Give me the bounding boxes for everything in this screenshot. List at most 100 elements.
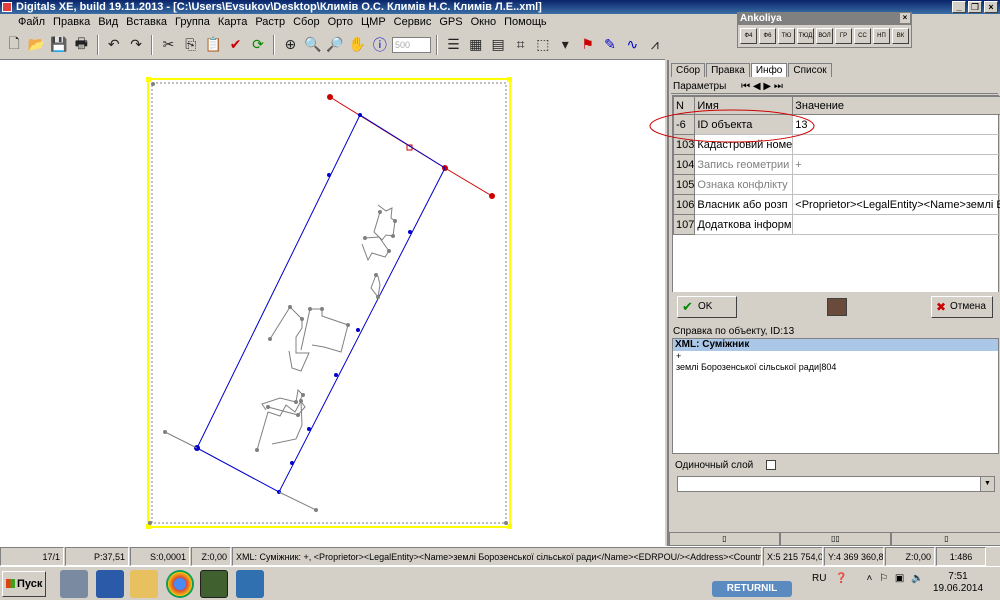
table-row[interactable]: 107 Додаткова інформ bbox=[672, 214, 1000, 235]
cut-icon[interactable]: ✂ bbox=[158, 34, 178, 56]
chevron-up-icon[interactable]: ˄ bbox=[866, 573, 872, 584]
zoom-in-icon[interactable]: 🔍 bbox=[303, 34, 323, 56]
chrome-icon[interactable] bbox=[166, 570, 194, 598]
network-icon[interactable]: ▣ bbox=[895, 573, 904, 584]
menu-collect[interactable]: Сбор bbox=[289, 16, 323, 28]
nav-first-icon[interactable]: ⏮ bbox=[741, 81, 750, 92]
check-icon[interactable]: ✔ bbox=[225, 34, 245, 56]
folder-icon[interactable] bbox=[130, 570, 158, 598]
menu-group[interactable]: Группа bbox=[171, 16, 214, 28]
eye-icon[interactable] bbox=[827, 298, 847, 316]
row-value[interactable]: 13 bbox=[792, 114, 1000, 135]
panel-bottom-button-2[interactable]: ▯▯ bbox=[780, 532, 891, 546]
redo-icon[interactable]: ↷ bbox=[126, 34, 146, 56]
language-indicator[interactable]: RU bbox=[812, 573, 826, 584]
properties-icon[interactable]: ▤ bbox=[488, 34, 508, 56]
panel-bottom-button-1[interactable]: ▯ bbox=[669, 532, 780, 546]
layer-select[interactable]: ▼ bbox=[677, 476, 995, 492]
menu-service[interactable]: Сервис bbox=[390, 16, 436, 28]
paste-icon[interactable]: 📋 bbox=[203, 34, 223, 56]
chevron-down-icon[interactable]: ▼ bbox=[980, 477, 994, 491]
menu-map[interactable]: Карта bbox=[214, 16, 251, 28]
ank-button-vk[interactable]: ВК bbox=[892, 28, 909, 44]
tab-list[interactable]: Список bbox=[788, 63, 832, 77]
ank-button-np[interactable]: НП bbox=[873, 28, 890, 44]
menu-help[interactable]: Помощь bbox=[500, 16, 551, 28]
pan-hand-icon[interactable]: ✋ bbox=[347, 34, 367, 56]
row-value[interactable] bbox=[792, 214, 1000, 235]
row-value[interactable]: <Proprietor><LegalEntity><Name>землі Бор… bbox=[792, 194, 1000, 215]
tab-collect[interactable]: Сбор bbox=[671, 63, 706, 77]
menu-insert[interactable]: Вставка bbox=[122, 16, 171, 28]
table-row[interactable]: 105 Ознака конфліктy bbox=[672, 174, 1000, 195]
table-icon[interactable]: ▦ bbox=[466, 34, 486, 56]
map-drawing[interactable] bbox=[0, 60, 665, 546]
menu-window[interactable]: Окно bbox=[467, 16, 501, 28]
ank-button-gr[interactable]: ГР bbox=[835, 28, 852, 44]
menu-ortho[interactable]: Орто bbox=[324, 16, 357, 28]
ank-button-tyu[interactable]: ТЮ bbox=[778, 28, 795, 44]
row-value[interactable]: + bbox=[792, 154, 1000, 175]
menu-edit[interactable]: Правка bbox=[49, 16, 94, 28]
ok-button[interactable]: ✔ OK bbox=[677, 296, 737, 318]
tab-info[interactable]: Инфо bbox=[750, 63, 788, 77]
close-button[interactable]: × bbox=[984, 1, 998, 13]
print-icon[interactable]: 🖶 bbox=[71, 34, 91, 56]
select-tool-icon[interactable]: ⬚ bbox=[533, 34, 553, 56]
layers-icon[interactable]: ☰ bbox=[443, 34, 463, 56]
powershell-icon[interactable] bbox=[96, 570, 124, 598]
table-row[interactable]: 106 Власник або розп <Proprietor><LegalE… bbox=[672, 194, 1000, 215]
nav-prev-icon[interactable]: ◀ bbox=[753, 81, 761, 92]
attribute-grid[interactable]: N Имя Значение -6 ID объекта 13 103 Када… bbox=[649, 95, 1000, 295]
traffic-light-icon[interactable]: ⚑ bbox=[577, 34, 597, 56]
hatch-icon[interactable]: ⩘ bbox=[645, 34, 665, 56]
info-icon[interactable]: ⓘ bbox=[370, 34, 390, 56]
menu-view[interactable]: Вид bbox=[94, 16, 122, 28]
dropdown-arrow-icon[interactable]: ▾ bbox=[555, 34, 575, 56]
menu-dem[interactable]: ЦМР bbox=[357, 16, 390, 28]
ank-button-f6[interactable]: Ф6 bbox=[759, 28, 776, 44]
book-icon[interactable] bbox=[236, 570, 264, 598]
minimize-button[interactable]: _ bbox=[952, 1, 966, 13]
single-layer-checkbox[interactable] bbox=[766, 460, 776, 470]
zoom-window-icon[interactable]: ⊕ bbox=[280, 34, 300, 56]
menu-file[interactable]: Файл bbox=[14, 16, 49, 28]
copy-icon[interactable]: ⎘ bbox=[181, 34, 201, 56]
new-file-icon[interactable]: 🗋 bbox=[4, 34, 24, 56]
row-value[interactable] bbox=[792, 174, 1000, 195]
menu-gps[interactable]: GPS bbox=[435, 16, 466, 28]
cancel-button[interactable]: ✖ Отмена bbox=[931, 296, 993, 318]
returnil-badge[interactable]: RETURNIL bbox=[712, 581, 792, 597]
row-value[interactable] bbox=[792, 134, 1000, 155]
open-folder-icon[interactable]: 📂 bbox=[26, 34, 46, 56]
undo-icon[interactable]: ↶ bbox=[104, 34, 124, 56]
pen-tool-icon[interactable]: ✎ bbox=[600, 34, 620, 56]
ank-button-tyud[interactable]: ТЮД bbox=[797, 28, 814, 44]
digitals-app-icon[interactable] bbox=[200, 570, 228, 598]
zoom-scale-input[interactable]: 500 bbox=[392, 36, 432, 53]
refresh-icon[interactable]: ⟳ bbox=[248, 34, 268, 56]
computer-icon[interactable] bbox=[60, 570, 88, 598]
flag-icon[interactable]: ⚐ bbox=[879, 573, 888, 584]
grid-icon[interactable]: ⌗ bbox=[510, 34, 530, 56]
close-icon[interactable]: × bbox=[900, 13, 910, 23]
panel-bottom-button-3[interactable]: ▯ bbox=[891, 532, 1000, 546]
curve-icon[interactable]: ∿ bbox=[622, 34, 642, 56]
menu-raster[interactable]: Растр bbox=[251, 16, 289, 28]
save-icon[interactable]: 💾 bbox=[49, 34, 69, 56]
tab-edit[interactable]: Правка bbox=[706, 63, 750, 77]
clock[interactable]: 7:51 19.06.2014 bbox=[928, 571, 988, 595]
ank-button-vol[interactable]: ВОЛ bbox=[816, 28, 833, 44]
parcel-polygon bbox=[196, 114, 446, 493]
ank-button-ss[interactable]: СС bbox=[854, 28, 871, 44]
table-row[interactable]: 104 Запись геометрии + bbox=[672, 154, 1000, 175]
nav-last-icon[interactable]: ⏭ bbox=[774, 81, 783, 92]
nav-next-icon[interactable]: ▶ bbox=[763, 81, 771, 92]
restore-button[interactable]: ❐ bbox=[968, 1, 982, 13]
help-icon[interactable]: ❓ bbox=[835, 573, 847, 584]
map-canvas[interactable] bbox=[0, 60, 665, 546]
start-button[interactable]: Пуск bbox=[2, 571, 46, 597]
volume-icon[interactable]: 🔈 bbox=[911, 573, 923, 584]
ank-button-f4[interactable]: Ф4 bbox=[740, 28, 757, 44]
zoom-out-icon[interactable]: 🔎 bbox=[325, 34, 345, 56]
